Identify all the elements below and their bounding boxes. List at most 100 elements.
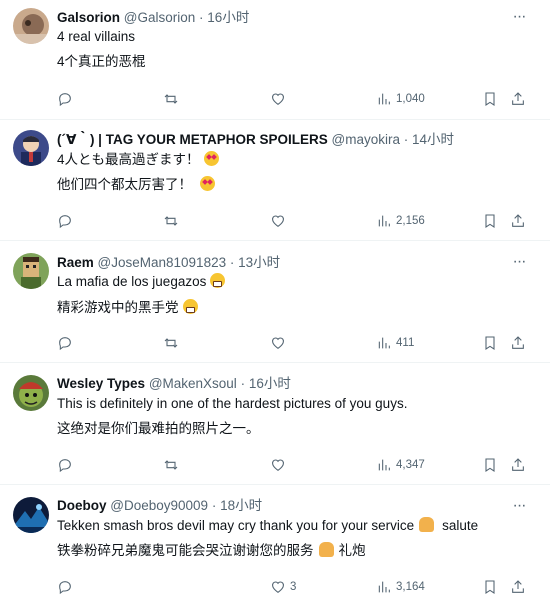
retweet-button[interactable] (163, 211, 179, 231)
tweet-text: La mafia de los juegazos (57, 273, 226, 291)
user-handle[interactable]: @JoseMan81091823 (98, 255, 227, 270)
tweet-actions: 1,040 (0, 89, 550, 109)
retweet-icon (164, 94, 178, 104)
tweet-actions: 3 3,164 (0, 577, 550, 597)
like-button[interactable] (270, 333, 286, 353)
share-icon (512, 458, 524, 471)
tweet-translation: 铁拳粉碎兄弟魔鬼可能会哭泣谢谢您的服务 礼炮 (57, 542, 366, 560)
display-name[interactable]: (´∀｀) | TAG YOUR METAPHOR SPOILERS (57, 132, 328, 147)
tweet-translation-suffix: 礼炮 (338, 543, 366, 558)
tweet-header: Doeboy @Doeboy90009 · 18小时 (57, 497, 510, 515)
display-name[interactable]: Raem (57, 255, 94, 270)
reply-button[interactable] (57, 577, 73, 597)
tweet-translation-content: 铁拳粉碎兄弟魔鬼可能会哭泣谢谢您的服务 (57, 543, 314, 558)
share-button[interactable] (510, 333, 526, 353)
view-count: 3,164 (396, 581, 425, 593)
like-button[interactable] (270, 89, 286, 109)
view-count: 1,040 (396, 93, 425, 105)
heart-icon (272, 459, 284, 471)
like-button[interactable]: 3 (270, 577, 296, 597)
tweet[interactable]: Doeboy @Doeboy90009 · 18小时 ··· Tekken sm… (0, 485, 550, 606)
user-handle[interactable]: @Doeboy90009 (110, 498, 208, 513)
separator-dot: · (199, 10, 204, 25)
display-name[interactable]: Galsorion (57, 10, 120, 25)
reply-button[interactable] (57, 333, 73, 353)
bookmark-button[interactable] (482, 577, 498, 597)
share-icon (512, 336, 524, 349)
share-icon (512, 92, 524, 105)
views-button[interactable]: 1,040 (376, 89, 425, 109)
user-handle[interactable]: @Galsorion (124, 10, 195, 25)
tweet-text: 4人とも最高過ぎます！ (57, 151, 219, 169)
bookmark-icon (485, 92, 495, 106)
reply-button[interactable] (57, 455, 73, 475)
views-icon (378, 93, 390, 105)
tweet-translation: 这绝对是你们最难拍的照片之一。 (57, 421, 260, 436)
reply-button[interactable] (57, 211, 73, 231)
separator-dot: · (240, 376, 246, 391)
avatar[interactable] (13, 253, 49, 289)
heart-icon (272, 581, 284, 593)
tweet[interactable]: Galsorion @Galsorion · 16小时 ··· 4 real v… (0, 0, 550, 120)
retweet-button[interactable] (163, 333, 179, 353)
retweet-button[interactable] (163, 89, 179, 109)
user-handle[interactable]: @mayokira (332, 132, 400, 147)
avatar[interactable] (13, 8, 49, 44)
timestamp[interactable]: 14小时 (412, 132, 454, 147)
user-handle[interactable]: @MakenXsoul (149, 376, 237, 391)
avatar[interactable] (13, 375, 49, 411)
bookmark-button[interactable] (482, 333, 498, 353)
timestamp[interactable]: 13小时 (238, 255, 280, 270)
like-button[interactable] (270, 211, 286, 231)
reply-icon (59, 215, 71, 229)
bookmark-button[interactable] (482, 89, 498, 109)
bookmark-icon (485, 458, 495, 472)
avatar[interactable] (13, 497, 49, 533)
share-button[interactable] (510, 455, 526, 475)
view-count: 4,347 (396, 459, 425, 471)
tweet-translation: 他们四个都太厉害了！ (57, 176, 215, 194)
view-count: 411 (396, 337, 415, 349)
tweet[interactable]: (´∀｀) | TAG YOUR METAPHOR SPOILERS @mayo… (0, 120, 550, 241)
separator-dot: · (403, 132, 409, 147)
like-button[interactable] (270, 455, 286, 475)
timestamp[interactable]: 18小时 (220, 498, 262, 513)
bookmark-icon (485, 336, 495, 350)
views-button[interactable]: 2,156 (376, 211, 425, 231)
display-name[interactable]: Wesley Types (57, 376, 145, 391)
reply-feed: Galsorion @Galsorion · 16小时 ··· 4 real v… (0, 0, 550, 606)
views-button[interactable]: 411 (376, 333, 414, 353)
views-button[interactable]: 3,164 (376, 577, 425, 597)
tweet[interactable]: Raem @JoseMan81091823 · 13小时 ··· La mafi… (0, 241, 550, 363)
view-count: 2,156 (396, 215, 425, 227)
display-name[interactable]: Doeboy (57, 498, 107, 513)
share-button[interactable] (510, 577, 526, 597)
views-button[interactable]: 4,347 (376, 455, 425, 475)
bookmark-button[interactable] (482, 455, 498, 475)
tweet-text-content: La mafia de los juegazos (57, 274, 207, 289)
separator-dot: · (211, 498, 217, 513)
reply-button[interactable] (57, 89, 73, 109)
reply-icon (59, 459, 71, 473)
more-icon[interactable]: ··· (510, 498, 528, 519)
tweet-translation: 4个真正的恶棍 (57, 54, 146, 69)
share-button[interactable] (510, 89, 526, 109)
timestamp[interactable]: 16小时 (249, 376, 291, 391)
retweet-icon (164, 216, 178, 226)
tweet-actions: 4,347 (0, 455, 550, 475)
tweet[interactable]: Wesley Types @MakenXsoul · 16小时 This is … (0, 363, 550, 485)
tweet-text: 4 real villains (57, 29, 136, 44)
timestamp[interactable]: 16小时 (207, 10, 249, 25)
views-icon (378, 337, 390, 349)
views-icon (378, 581, 390, 593)
avatar[interactable] (13, 130, 49, 166)
reply-icon (59, 93, 71, 107)
more-icon[interactable]: ··· (510, 254, 528, 275)
more-icon[interactable]: ··· (510, 9, 528, 30)
tweet-header: (´∀｀) | TAG YOUR METAPHOR SPOILERS @mayo… (57, 131, 510, 149)
bookmark-button[interactable] (482, 211, 498, 231)
tweet-text-suffix: salute (442, 518, 479, 533)
share-button[interactable] (510, 211, 526, 231)
views-icon (378, 459, 390, 471)
retweet-button[interactable] (163, 455, 179, 475)
